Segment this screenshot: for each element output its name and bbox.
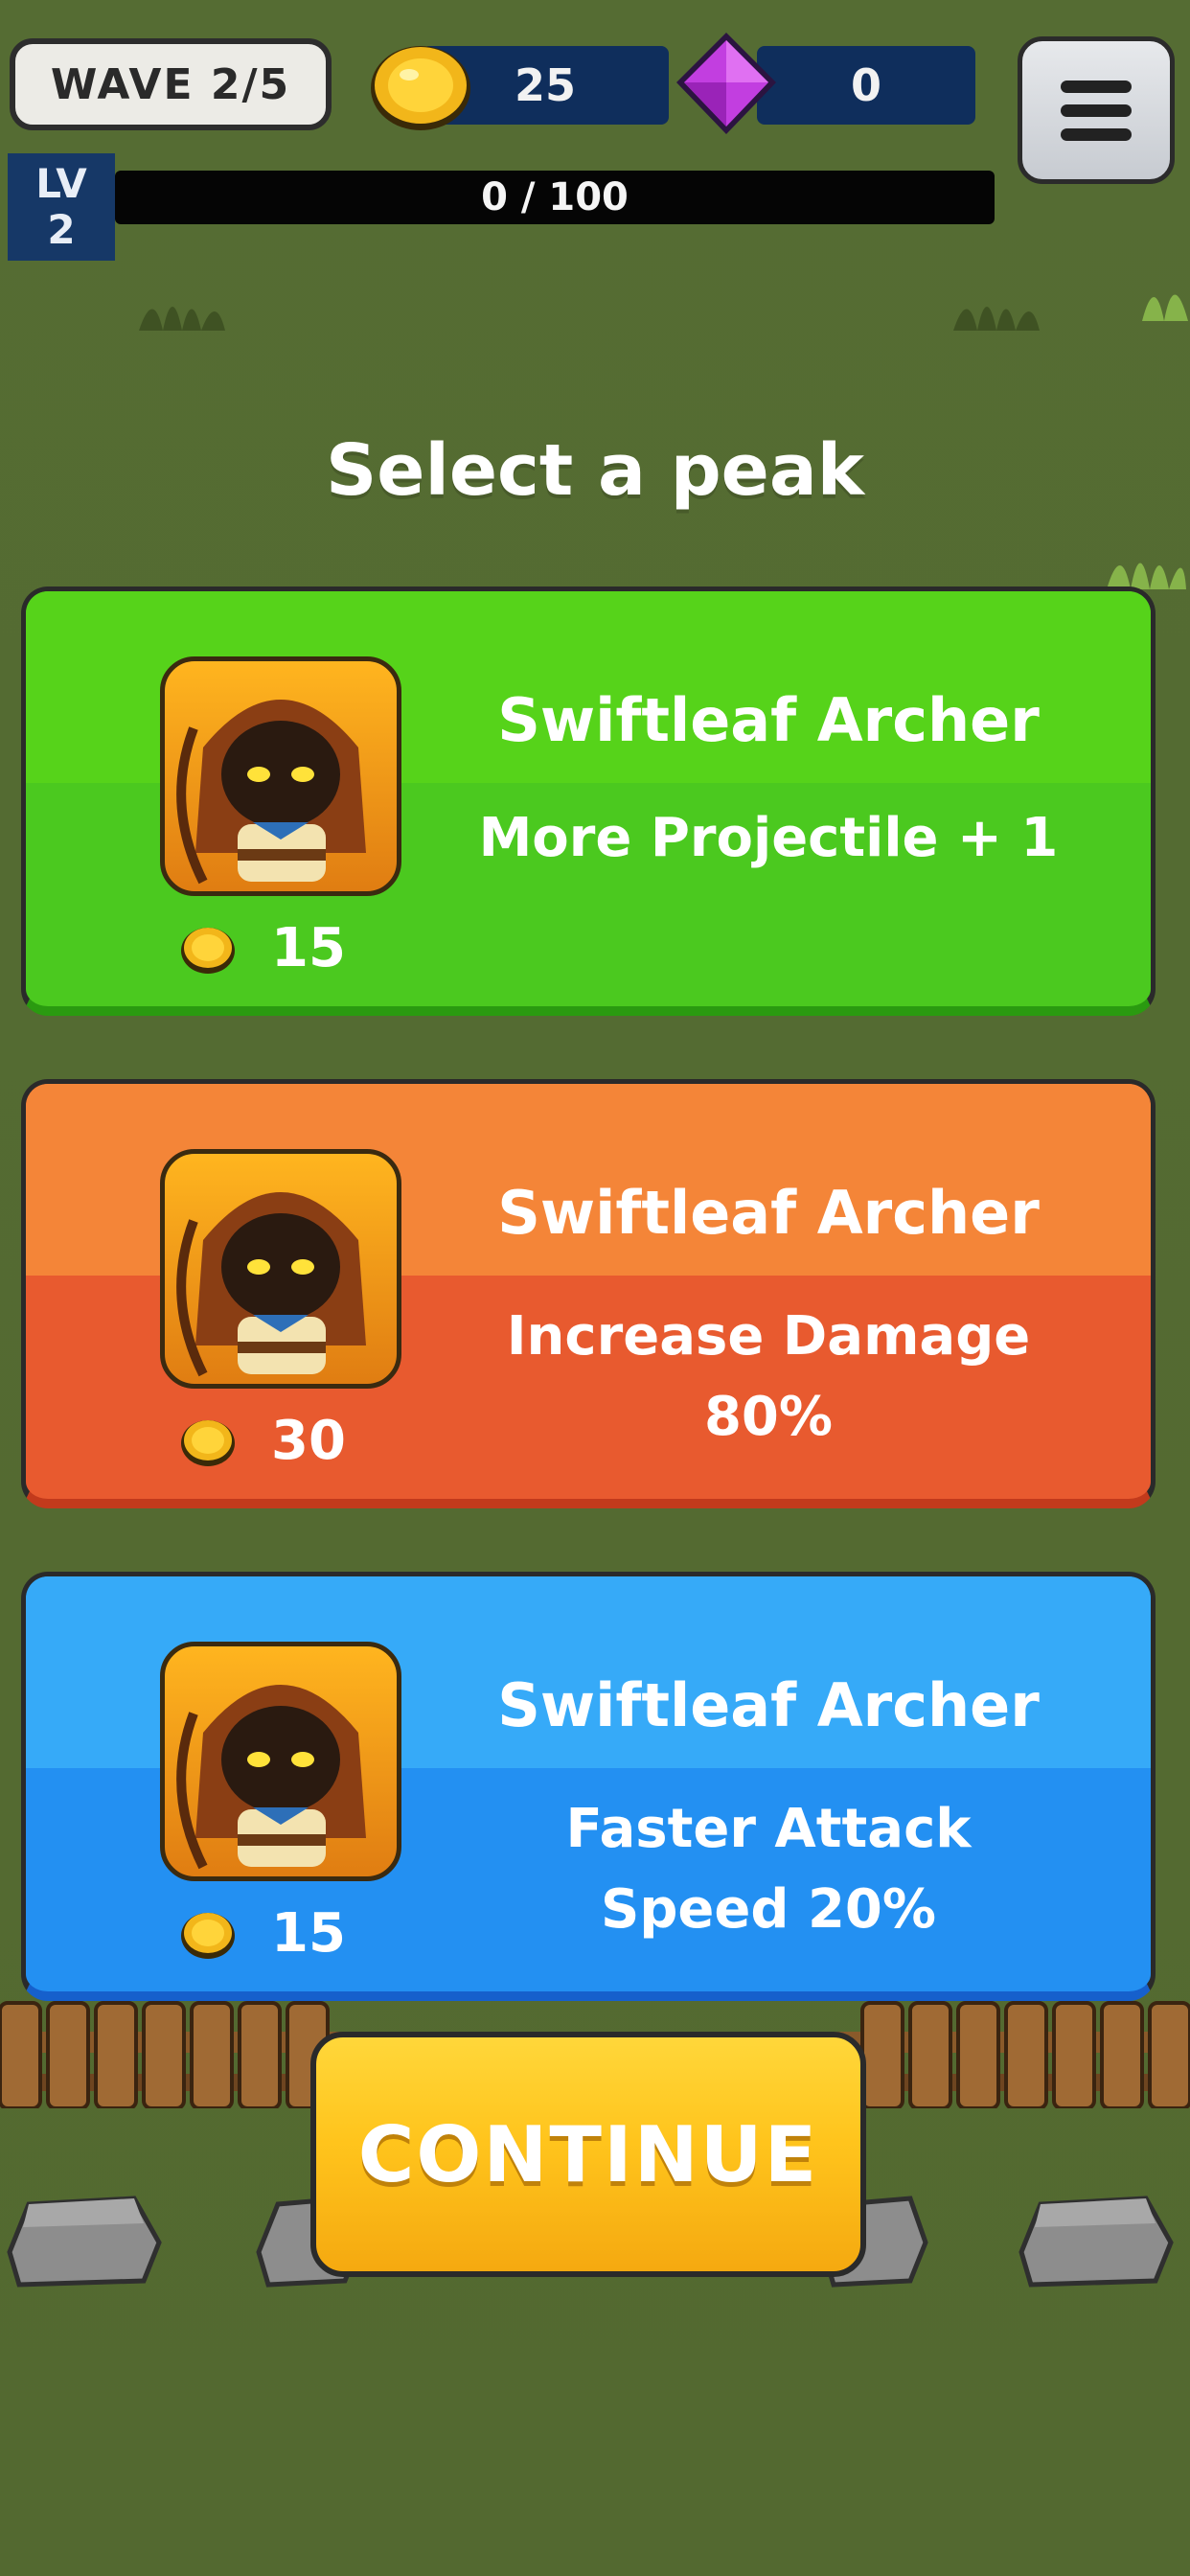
archer-icon xyxy=(176,1685,366,1870)
archer-portrait xyxy=(160,1642,401,1881)
archer-icon xyxy=(176,1192,366,1377)
perk-name: Swiftleaf Archer xyxy=(497,1670,1040,1740)
level-badge: LV 2 xyxy=(8,153,115,261)
perk-cost: 15 xyxy=(179,1902,346,1965)
grass-tuft-decoration xyxy=(1107,563,1186,589)
hamburger-menu-icon xyxy=(1061,80,1132,93)
perk-description: More Projectile + 1 xyxy=(478,807,1059,869)
menu-button[interactable] xyxy=(1018,36,1175,184)
rock-decoration xyxy=(7,2196,162,2288)
gold-coin-icon xyxy=(181,1912,235,1959)
grass-tuft-decoration xyxy=(953,307,1040,331)
gem-amount: 0 xyxy=(850,59,881,111)
gem-counter: 0 xyxy=(757,46,975,125)
perk-description: Faster Attack Speed 20% xyxy=(565,1798,972,1941)
perk-card-1[interactable]: Swiftleaf Archer More Projectile + 1 15 xyxy=(21,586,1156,1016)
level-label: LV xyxy=(35,160,87,207)
perk-cost-amount: 15 xyxy=(271,917,346,979)
archer-icon xyxy=(176,700,366,885)
archer-portrait xyxy=(160,656,401,896)
perk-card-3[interactable]: Swiftleaf Archer Faster Attack Speed 20%… xyxy=(21,1572,1156,2001)
archer-portrait xyxy=(160,1149,401,1389)
gold-coin-icon xyxy=(371,46,470,130)
page-title: Select a peak xyxy=(325,429,865,512)
gold-amount: 25 xyxy=(514,59,576,111)
gold-coin-icon xyxy=(181,927,235,974)
level-value: 2 xyxy=(47,206,76,253)
grass-tuft-decoration xyxy=(139,307,225,331)
perk-cost: 15 xyxy=(179,917,346,979)
perk-cost-amount: 30 xyxy=(271,1410,346,1472)
purple-gem-icon xyxy=(676,33,776,134)
wave-counter: WAVE 2/5 xyxy=(10,38,332,130)
perk-name: Swiftleaf Archer xyxy=(497,685,1040,755)
continue-button[interactable]: CONTINUE xyxy=(310,2032,866,2277)
continue-label: CONTINUE xyxy=(357,2109,819,2199)
rock-decoration xyxy=(1018,2196,1174,2288)
xp-text: 0 / 100 xyxy=(481,175,629,219)
grass-tuft-decoration xyxy=(1142,294,1188,321)
xp-progress-bar: 0 / 100 xyxy=(115,171,995,224)
perk-description: Increase Damage 80% xyxy=(506,1305,1031,1448)
perk-name: Swiftleaf Archer xyxy=(497,1178,1040,1248)
perk-cost: 30 xyxy=(179,1410,346,1472)
perk-cost-amount: 15 xyxy=(271,1902,346,1965)
perk-card-2[interactable]: Swiftleaf Archer Increase Damage 80% 30 xyxy=(21,1079,1156,1508)
wave-label: WAVE 2/5 xyxy=(50,59,291,109)
gold-coin-icon xyxy=(181,1419,235,1466)
